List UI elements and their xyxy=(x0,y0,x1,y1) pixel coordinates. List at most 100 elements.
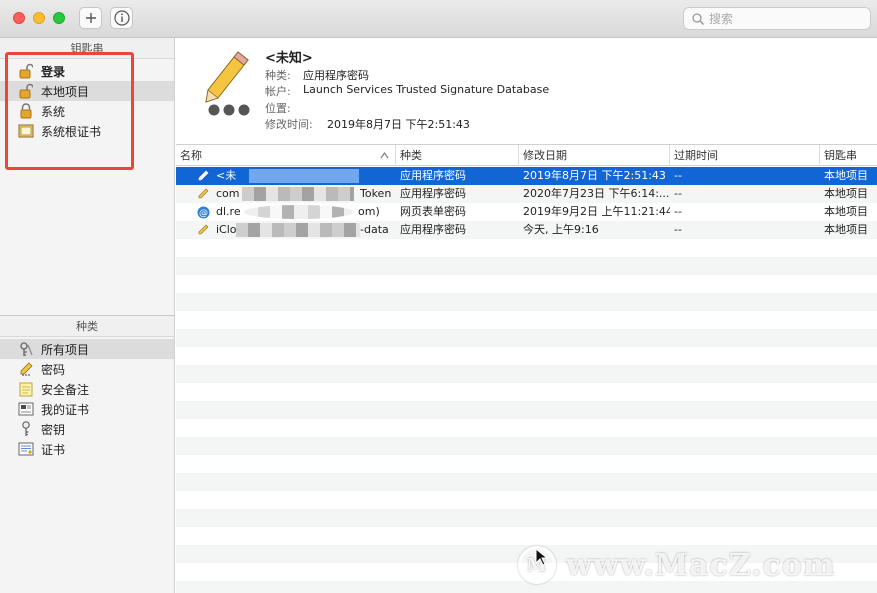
sort-ascending-icon xyxy=(380,152,389,159)
empty-row xyxy=(176,527,877,545)
cell-keychain: 本地项目 xyxy=(824,205,868,218)
empty-row xyxy=(176,509,877,527)
sidebar-item-secure-notes[interactable]: 安全备注 xyxy=(0,379,174,399)
items-table: 名称 种类 修改日期 过期时间 钥匙串 <未 应用程序密码 2019年8月7日 … xyxy=(176,145,877,593)
detail-key: 种类: xyxy=(265,69,291,82)
detail-panel: <未知> 种类: 应用程序密码 帐户: Launch Services Trus… xyxy=(176,38,877,145)
table-row[interactable]: iClo -data 应用程序密码 今天, 上午9:16 -- 本地项目 xyxy=(176,221,877,239)
password-pencil-icon xyxy=(196,169,210,183)
column-header-name[interactable]: 名称 xyxy=(176,145,396,166)
empty-row xyxy=(176,275,877,293)
password-pencil-icon xyxy=(196,223,210,237)
empty-row xyxy=(176,437,877,455)
cell-keychain: 本地项目 xyxy=(824,169,868,182)
column-header-expires[interactable]: 过期时间 xyxy=(670,145,820,166)
cell-name-text: dl.re xyxy=(216,205,241,218)
search-icon xyxy=(692,12,704,25)
watermark-text: www.MacZ.com xyxy=(566,547,836,583)
sidebar-item-passwords[interactable]: 密码 xyxy=(0,359,174,379)
minimize-button[interactable] xyxy=(33,12,45,24)
cell-keychain: 本地项目 xyxy=(824,187,868,200)
cell-name-suffix: Token xyxy=(360,187,392,200)
empty-row xyxy=(176,293,877,311)
plus-icon xyxy=(85,13,96,23)
sidebar-item-my-certificates[interactable]: 我的证书 xyxy=(0,399,174,419)
detail-row-location: 位置: xyxy=(265,100,303,116)
cell-kind: 应用程序密码 xyxy=(400,169,466,182)
empty-row xyxy=(176,329,877,347)
table-header: 名称 种类 修改日期 过期时间 钥匙串 xyxy=(176,145,877,166)
detail-row-account: 帐户: Launch Services Trusted Signature Da… xyxy=(265,83,549,99)
column-header-kind[interactable]: 种类 xyxy=(396,145,519,166)
cell-modified: 2019年8月7日 下午2:51:43 xyxy=(523,169,666,182)
cell-keychain: 本地项目 xyxy=(824,223,868,236)
cell-expires: -- xyxy=(674,187,682,200)
cell-modified: 2019年9月2日 上午11:21:44 xyxy=(523,205,670,218)
column-header-keychain[interactable]: 钥匙串 xyxy=(820,145,877,166)
redacted-region xyxy=(236,223,360,237)
column-label: 修改日期 xyxy=(523,149,567,162)
empty-row xyxy=(176,365,877,383)
column-label: 名称 xyxy=(180,149,202,162)
column-header-modified[interactable]: 修改日期 xyxy=(519,145,670,166)
detail-key: 修改时间: xyxy=(265,118,313,131)
title-bar: 搜索 xyxy=(0,0,877,38)
cell-name-suffix: om) xyxy=(358,205,380,218)
password-pencil-icon xyxy=(196,187,210,201)
cell-kind: 应用程序密码 xyxy=(400,187,466,200)
search-field[interactable]: 搜索 xyxy=(683,7,871,30)
empty-row xyxy=(176,257,877,275)
redacted-region xyxy=(249,169,359,183)
sidebar-item-certificates[interactable]: 证书 xyxy=(0,439,174,459)
detail-row-kind: 种类: 应用程序密码 xyxy=(265,67,369,83)
detail-row-modified: 修改时间: 2019年8月7日 下午2:51:43 xyxy=(265,116,470,132)
svg-text:@: @ xyxy=(199,208,208,218)
cell-name-suffix: -data xyxy=(360,223,389,236)
sidebar-item-all-items[interactable]: 所有项目 xyxy=(0,339,174,359)
info-icon xyxy=(113,10,130,26)
cell-expires: -- xyxy=(674,169,682,182)
sidebar-item-label: 证书 xyxy=(41,442,66,457)
empty-row xyxy=(176,347,877,365)
close-button[interactable] xyxy=(13,12,25,24)
detail-key: 位置: xyxy=(265,102,291,115)
info-button[interactable] xyxy=(110,7,133,29)
highlight-box xyxy=(5,52,134,170)
empty-row xyxy=(176,473,877,491)
certificate-icon xyxy=(18,441,34,457)
cell-name-text: com xyxy=(216,187,240,200)
at-sign-icon: @ xyxy=(196,205,210,219)
cell-name-text: iClo xyxy=(216,223,237,236)
password-pencil-icon xyxy=(18,361,34,377)
empty-row xyxy=(176,383,877,401)
column-label: 过期时间 xyxy=(674,149,718,162)
watermark: M www.MacZ.com xyxy=(518,546,836,584)
sidebar-item-label: 我的证书 xyxy=(41,402,90,417)
empty-row xyxy=(176,401,877,419)
category-header: 种类 xyxy=(0,316,174,337)
column-label: 种类 xyxy=(400,149,422,162)
add-item-button[interactable] xyxy=(79,7,102,29)
column-label: 钥匙串 xyxy=(824,149,857,162)
table-row[interactable]: <未 应用程序密码 2019年8月7日 下午2:51:43 -- 本地项目 xyxy=(176,167,877,185)
cell-modified: 今天, 上午9:16 xyxy=(523,223,599,236)
cell-modified: 2020年7月23日 下午6:14:... xyxy=(523,187,670,200)
all-items-icon xyxy=(18,341,34,357)
redacted-region xyxy=(242,187,354,201)
sidebar-item-label: 所有项目 xyxy=(41,342,90,357)
detail-title: <未知> xyxy=(265,51,313,66)
table-row[interactable]: @ dl.re om) 网页表单密码 2019年9月2日 上午11:21:44 … xyxy=(176,203,877,221)
cell-expires: -- xyxy=(674,223,682,236)
zoom-button[interactable] xyxy=(53,12,65,24)
detail-value: 2019年8月7日 下午2:51:43 xyxy=(327,118,470,131)
secure-note-icon xyxy=(18,381,34,397)
mouse-cursor-icon xyxy=(535,547,549,569)
table-row[interactable]: com Token 应用程序密码 2020年7月23日 下午6:14:... -… xyxy=(176,185,877,203)
key-icon xyxy=(18,421,34,437)
cell-expires: -- xyxy=(674,205,682,218)
cell-kind: 应用程序密码 xyxy=(400,223,466,236)
cell-name-text: <未 xyxy=(216,169,237,182)
sidebar-item-keys[interactable]: 密钥 xyxy=(0,419,174,439)
empty-row xyxy=(176,491,877,509)
sidebar-item-label: 安全备注 xyxy=(41,382,90,397)
